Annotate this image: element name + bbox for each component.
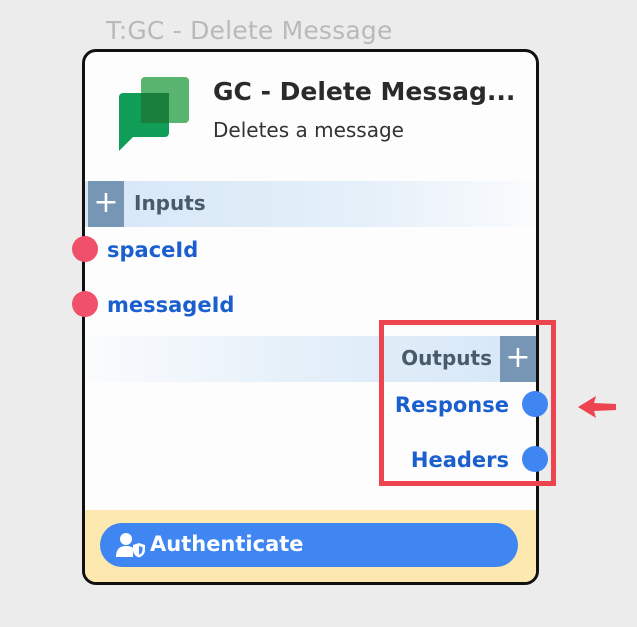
workflow-node[interactable]: GC - Delete Messag... Deletes a message …	[82, 49, 539, 585]
plus-icon: +	[93, 185, 119, 220]
user-shield-icon	[116, 533, 145, 558]
google-chat-icon	[119, 77, 189, 151]
canvas-node-label: T:GC - Delete Message	[106, 16, 393, 45]
arrow-left-icon	[578, 396, 616, 418]
add-input-button[interactable]: +	[88, 181, 124, 227]
node-title: GC - Delete Messag...	[213, 77, 516, 106]
inputs-label: Inputs	[134, 191, 206, 215]
node-subtitle: Deletes a message	[213, 118, 404, 142]
input-port-label-spaceid: spaceId	[107, 238, 199, 262]
outputs-highlight-box	[379, 320, 556, 486]
auth-footer: Authenticate	[85, 510, 536, 582]
input-port-spaceid[interactable]	[72, 236, 98, 262]
authenticate-button[interactable]: Authenticate	[100, 523, 518, 567]
inputs-section: + Inputs	[85, 181, 536, 227]
input-port-label-messageid: messageId	[107, 293, 235, 317]
authenticate-label: Authenticate	[150, 532, 304, 556]
input-port-messageid[interactable]	[72, 291, 98, 317]
